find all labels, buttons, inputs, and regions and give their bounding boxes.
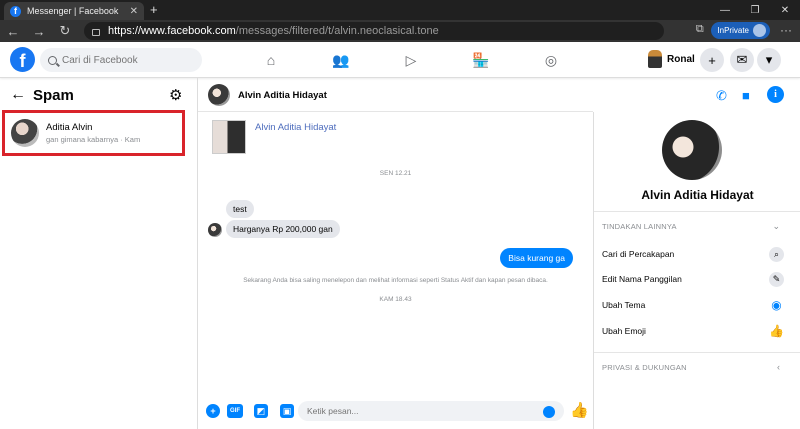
conversation-info-panel: Alvin Aditia Hidayat TINDAKAN LAINNYA ⌄ … xyxy=(593,112,800,429)
incoming-message: test xyxy=(226,200,254,218)
home-icon[interactable]: ⌂ xyxy=(236,48,306,72)
forward-button[interactable]: → xyxy=(26,24,52,39)
conversation-text: Aditia Alvin gan gimana kabarnya · Kam xyxy=(46,122,140,144)
facebook-logo[interactable]: f xyxy=(10,47,35,72)
browser-tab[interactable]: f Messenger | Facebook ✕ xyxy=(4,2,144,20)
intro-name[interactable]: Alvin Aditia Hidayat xyxy=(255,122,336,133)
divider xyxy=(594,211,800,212)
groups-icon[interactable]: ◎ xyxy=(516,48,586,72)
inprivate-badge[interactable]: InPrivate xyxy=(711,22,770,39)
action-label: Cari di Percakapan xyxy=(602,249,675,259)
back-button[interactable]: ← xyxy=(0,24,26,39)
inprivate-label: InPrivate xyxy=(717,26,749,35)
photo-icon[interactable]: ▣ xyxy=(280,404,294,418)
like-thumb-icon[interactable]: 👍 xyxy=(570,401,589,419)
conversation-item[interactable]: Aditia Alvin gan gimana kabarnya · Kam xyxy=(2,110,185,156)
address-bar: ← → ↻ https://www.facebook.com/messages/… xyxy=(0,20,800,42)
chat-contact-name[interactable]: Alvin Aditia Hidayat xyxy=(238,90,327,101)
timestamp: KAM 18.43 xyxy=(379,296,412,303)
new-tab-button[interactable]: + xyxy=(150,2,158,17)
action-change-theme[interactable]: Ubah Tema ◉ xyxy=(602,296,784,314)
reader-icon[interactable]: ⧉ xyxy=(696,23,704,36)
sticker-icon[interactable]: ◩ xyxy=(254,404,268,418)
browser-titlebar: f Messenger | Facebook ✕ + — ❐ ✕ xyxy=(0,0,800,20)
chevron-left-icon[interactable]: ‹ xyxy=(777,362,780,372)
message-input[interactable] xyxy=(298,401,564,421)
outgoing-message: Bisa kurang ga xyxy=(500,248,573,268)
avatar[interactable] xyxy=(662,120,722,180)
conversation-preview: gan gimana kabarnya · Kam xyxy=(46,135,141,144)
url-host: https://www.facebook.com xyxy=(108,25,236,37)
add-plus-icon[interactable]: + xyxy=(206,404,220,418)
maximize-button[interactable]: ❐ xyxy=(740,0,770,20)
close-window-button[interactable]: ✕ xyxy=(770,0,800,20)
profile-name: Ronal xyxy=(667,53,695,65)
watch-icon[interactable]: ▷ xyxy=(376,48,446,72)
system-notice: Sekarang Anda bisa saling menelepon dan … xyxy=(243,277,548,284)
info-contact-name: Alvin Aditia Hidayat xyxy=(641,188,754,202)
section-header-actions[interactable]: TINDAKAN LAINNYA xyxy=(602,222,677,231)
avatar xyxy=(208,223,222,237)
chat-header: Alvin Aditia Hidayat ✆ ■ i xyxy=(198,78,784,112)
action-search-in-conversation[interactable]: Cari di Percakapan ⌕ xyxy=(602,245,784,263)
inprivate-avatar-icon xyxy=(753,24,766,37)
tab-title: Messenger | Facebook xyxy=(27,6,119,16)
search-icon: ⌕ xyxy=(769,246,784,262)
facebook-favicon-icon: f xyxy=(10,5,21,17)
avatar xyxy=(648,50,662,68)
section-header-privacy[interactable]: PRIVASI & DUKUNGAN xyxy=(602,363,687,372)
intro-photo xyxy=(212,120,246,154)
avatar xyxy=(11,119,39,147)
minimize-button[interactable]: — xyxy=(710,0,740,20)
close-tab-icon[interactable]: ✕ xyxy=(130,6,138,17)
incoming-message: Harganya Rp 200,000 gan xyxy=(226,220,340,238)
friends-icon[interactable]: 👥 xyxy=(306,48,376,72)
emoji-icon[interactable] xyxy=(543,406,555,418)
video-call-icon[interactable]: ■ xyxy=(742,88,750,103)
search-icon xyxy=(48,55,57,65)
marketplace-icon[interactable]: 🏪 xyxy=(446,48,516,72)
phone-icon[interactable]: ✆ xyxy=(716,88,727,104)
account-menu-chevron-icon[interactable]: ▾ xyxy=(757,48,781,72)
message-composer: + GIF ◩ ▣ 👍 xyxy=(198,400,593,424)
info-icon[interactable]: i xyxy=(767,86,784,103)
avatar[interactable] xyxy=(208,84,230,106)
back-arrow-icon[interactable]: ← xyxy=(10,86,26,104)
url-path: /messages/filtered/t/alvin.neoclasical.t… xyxy=(235,25,439,37)
profile-shortcut[interactable]: Ronal xyxy=(648,50,695,68)
action-change-emoji[interactable]: Ubah Emoji 👍 xyxy=(602,322,784,340)
lock-icon xyxy=(92,28,100,36)
create-plus-icon[interactable]: + xyxy=(700,48,724,72)
action-label: Edit Nama Panggilan xyxy=(602,274,682,284)
pencil-icon: ✎ xyxy=(769,271,784,287)
conversation-name: Aditia Alvin xyxy=(46,122,93,133)
chevron-down-icon[interactable]: ⌄ xyxy=(772,221,780,232)
action-edit-nickname[interactable]: Edit Nama Panggilan ✎ xyxy=(602,270,784,288)
sidebar-title: Spam xyxy=(33,87,74,104)
browser-menu-button[interactable]: ··· xyxy=(780,23,792,37)
facebook-topbar: f ⌂ 👥 ▷ 🏪 ◎ Ronal + ✉ ▾ xyxy=(0,42,800,78)
search-box[interactable] xyxy=(40,48,202,72)
action-label: Ubah Emoji xyxy=(602,326,646,336)
main-nav: ⌂ 👥 ▷ 🏪 ◎ xyxy=(236,48,586,72)
divider xyxy=(594,352,800,353)
refresh-button[interactable]: ↻ xyxy=(52,23,78,39)
like-thumb-icon: 👍 xyxy=(769,324,784,338)
theme-icon: ◉ xyxy=(771,298,782,312)
chat-pane: Alvin Aditia Hidayat ✆ ■ i Alvin Aditia … xyxy=(198,78,784,429)
url-field[interactable]: https://www.facebook.com/messages/filter… xyxy=(84,22,664,40)
spam-sidebar: ← Spam ⚙ Aditia Alvin gan gimana kabarny… xyxy=(0,78,198,429)
gear-icon[interactable]: ⚙ xyxy=(169,86,182,104)
action-label: Ubah Tema xyxy=(602,300,646,310)
messenger-icon[interactable]: ✉ xyxy=(730,48,754,72)
window-controls: — ❐ ✕ xyxy=(710,0,800,20)
gif-icon[interactable]: GIF xyxy=(227,404,243,418)
search-input[interactable] xyxy=(62,54,192,66)
timestamp: SEN 12.21 xyxy=(379,170,412,177)
